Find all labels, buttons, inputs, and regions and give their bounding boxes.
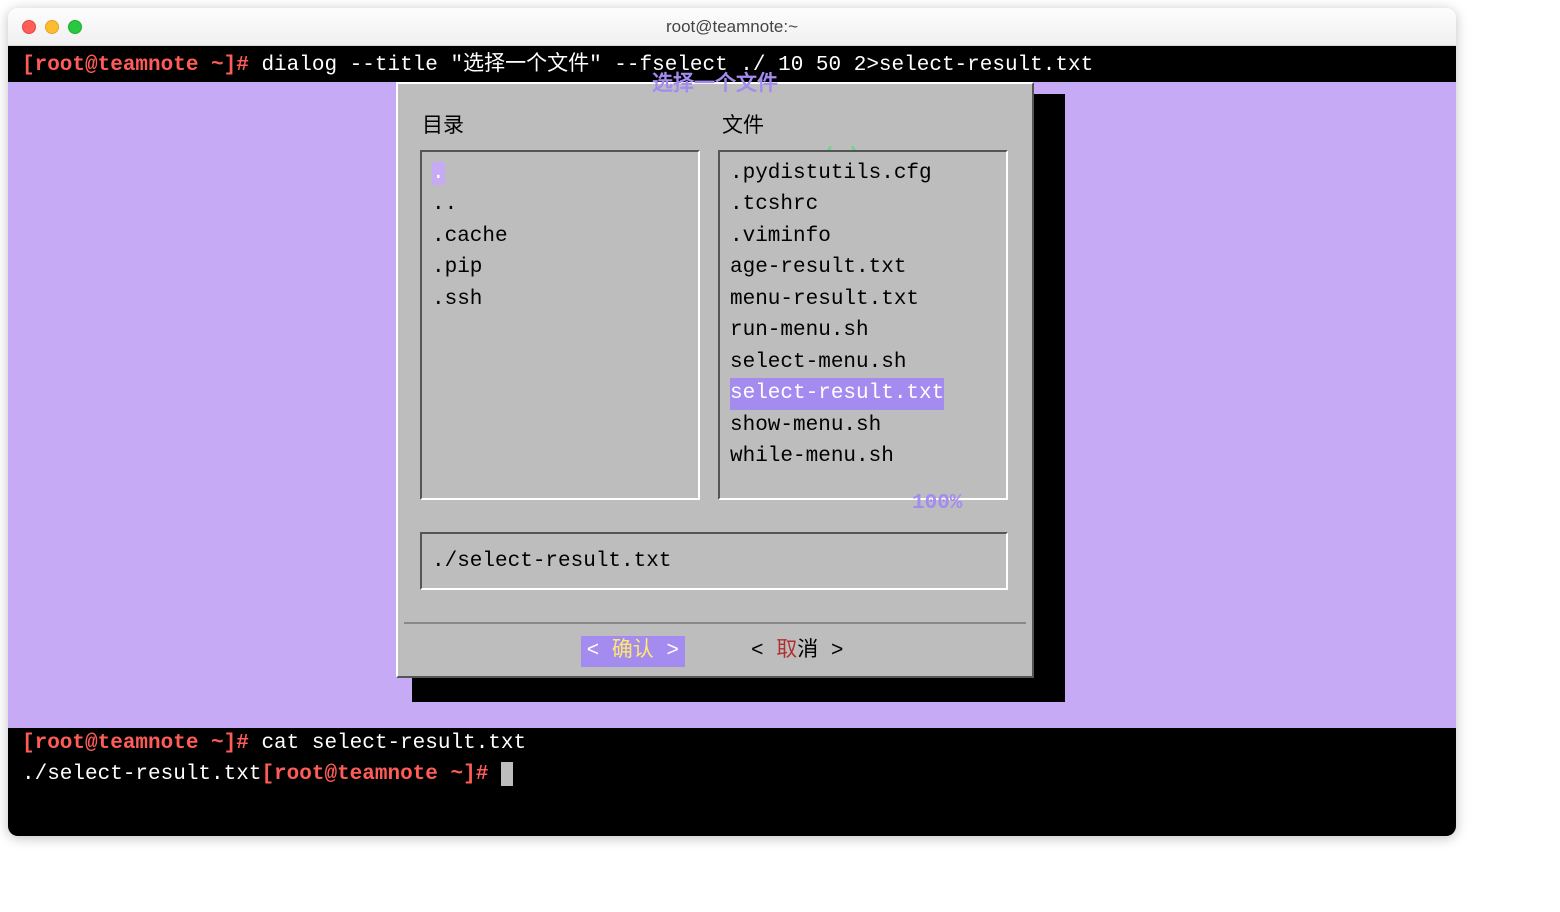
- list-item[interactable]: menu-result.txt: [730, 284, 996, 316]
- list-item[interactable]: .cache: [432, 221, 688, 253]
- directories-listbox[interactable]: ....cache.pip.ssh: [420, 150, 700, 500]
- list-item[interactable]: .ssh: [432, 284, 688, 316]
- cancel-button[interactable]: < 取消 >: [745, 636, 849, 668]
- dialog-title: 选择一个文件: [398, 70, 1032, 102]
- path-value: ./select-result.txt: [432, 550, 671, 573]
- terminal-window: root@teamnote:~ [root@teamnote ~]# dialo…: [8, 8, 1456, 836]
- window-title: root@teamnote:~: [8, 17, 1456, 37]
- files-listbox[interactable]: .pydistutils.cfg.tcshrc.viminfoage-resul…: [718, 150, 1008, 500]
- prompt: [root@teamnote ~]#: [22, 54, 249, 77]
- path-input[interactable]: ./select-result.txt: [420, 532, 1008, 590]
- file-column-header: 文件: [722, 112, 764, 144]
- output-text: ./select-result.txt: [22, 763, 261, 786]
- list-item[interactable]: show-menu.sh: [730, 410, 996, 442]
- output-line: ./select-result.txt[root@teamnote ~]#: [8, 759, 1456, 791]
- list-item[interactable]: while-menu.sh: [730, 441, 996, 473]
- list-item[interactable]: .pydistutils.cfg: [730, 158, 996, 190]
- cursor-icon: [501, 762, 513, 786]
- list-item[interactable]: .pip: [432, 252, 688, 284]
- ok-label: 确认: [612, 640, 654, 663]
- scroll-percent: 100%: [912, 488, 962, 520]
- ok-button[interactable]: < 确认 >: [581, 636, 685, 668]
- fselect-dialog: 选择一个文件 目录 文件 ↑(-) ....cache.pip.ssh .pyd…: [396, 82, 1034, 678]
- terminal-body[interactable]: [root@teamnote ~]# dialog --title "选择一个文…: [8, 46, 1456, 836]
- command-text: cat select-result.txt: [261, 732, 526, 755]
- list-item[interactable]: select-menu.sh: [730, 347, 996, 379]
- dialog-canvas: 选择一个文件 目录 文件 ↑(-) ....cache.pip.ssh .pyd…: [8, 82, 1456, 728]
- list-item[interactable]: age-result.txt: [730, 252, 996, 284]
- list-item[interactable]: .tcshrc: [730, 189, 996, 221]
- dir-column-header: 目录: [422, 112, 464, 144]
- dialog-button-row: < 确认 > < 取消 >: [398, 636, 1032, 668]
- list-item[interactable]: ..: [432, 189, 688, 221]
- prompt: [root@teamnote ~]#: [22, 732, 249, 755]
- list-item[interactable]: run-menu.sh: [730, 315, 996, 347]
- command-line-2: [root@teamnote ~]# cat select-result.txt: [8, 728, 1456, 760]
- titlebar[interactable]: root@teamnote:~: [8, 8, 1456, 46]
- list-item[interactable]: .viminfo: [730, 221, 996, 253]
- list-item[interactable]: .: [432, 158, 688, 190]
- list-item[interactable]: select-result.txt: [730, 378, 996, 410]
- prompt: [root@teamnote ~]#: [261, 763, 488, 786]
